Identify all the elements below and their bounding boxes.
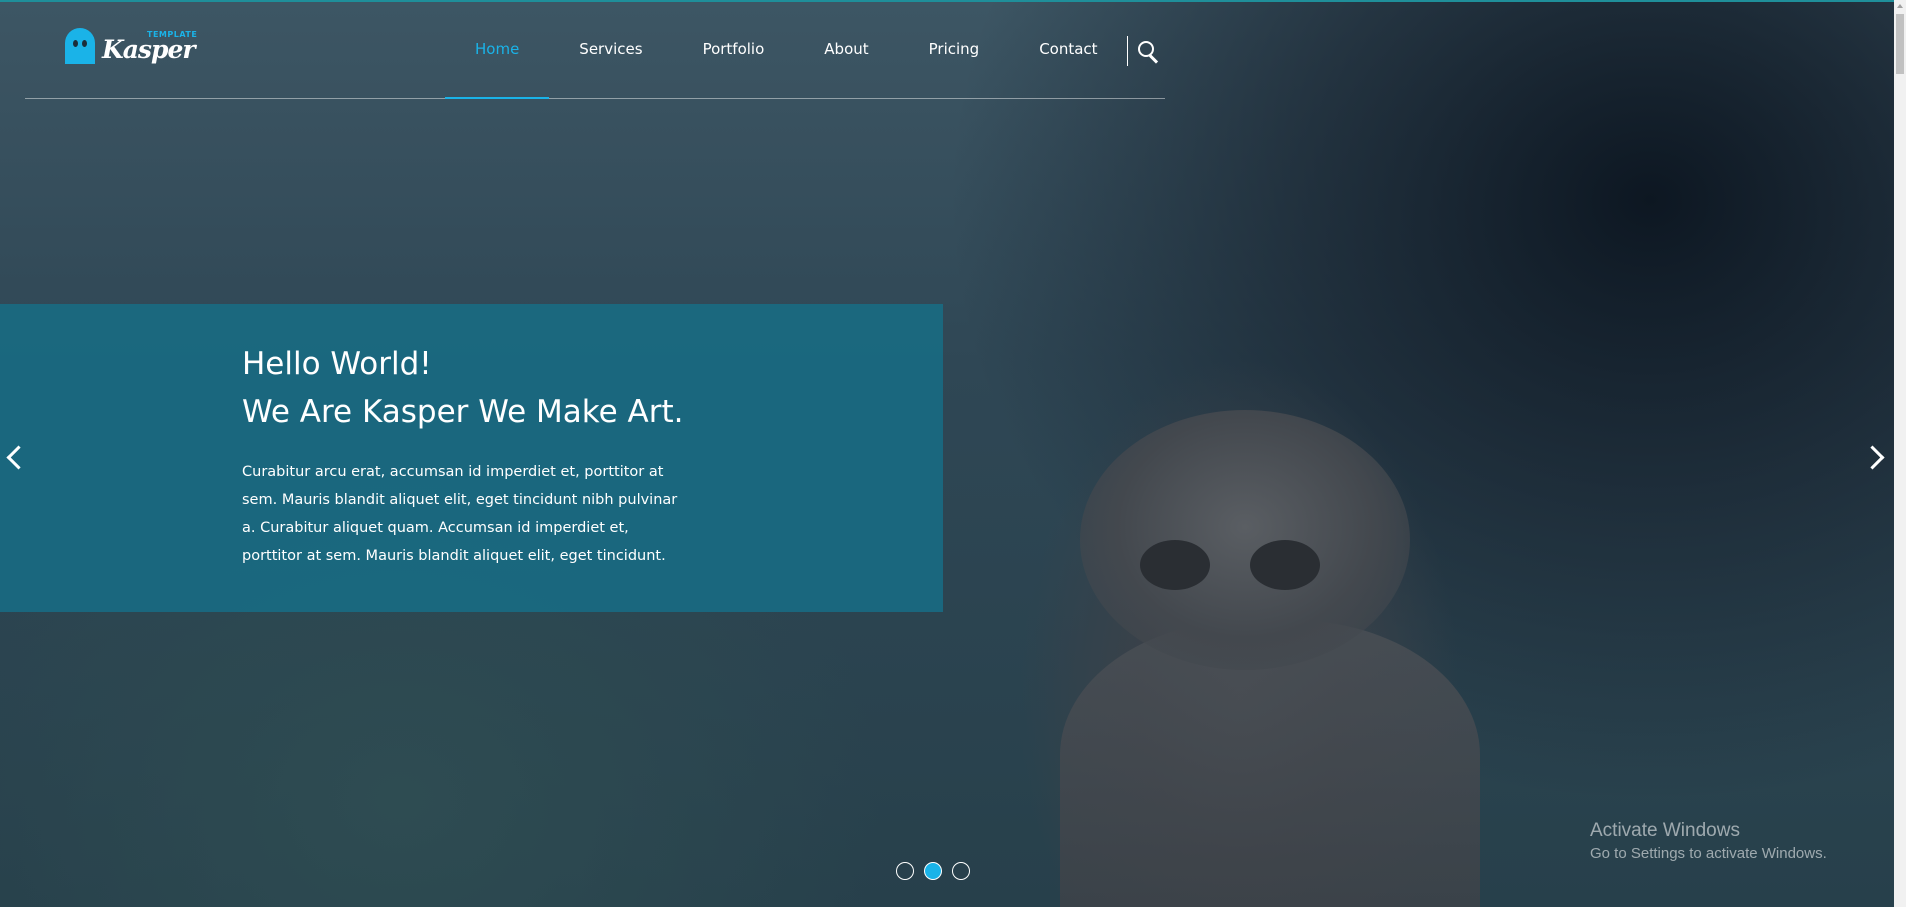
owl-eye-left [1140, 540, 1210, 590]
nav-portfolio[interactable]: Portfolio [673, 0, 795, 98]
slide-heading: Hello World! We Are Kasper We Make Art. [242, 340, 892, 436]
slide-heading-line2: We Are Kasper We Make Art. [242, 394, 684, 430]
nav-home[interactable]: Home [445, 0, 550, 99]
windows-activation-watermark: Activate Windows Go to Settings to activ… [1590, 818, 1827, 864]
slide-body-text: Curabitur arcu erat, accumsan id imperdi… [242, 464, 678, 564]
page-scrollbar[interactable] [1894, 0, 1906, 907]
search-icon[interactable] [1135, 38, 1161, 64]
owl-eye-right [1250, 540, 1320, 590]
chevron-right-icon[interactable] [1864, 445, 1886, 467]
site-header: TEMPLATE Kasper Home Services Portfolio … [25, 0, 1165, 99]
scroll-thumb[interactable] [1896, 14, 1904, 74]
nav-pricing[interactable]: Pricing [899, 0, 1010, 98]
slider-bullets [896, 862, 970, 880]
brand-logo[interactable]: TEMPLATE Kasper [65, 28, 197, 70]
brand-name: Kasper [102, 35, 196, 64]
nav-divider [1127, 36, 1128, 66]
scroll-up-arrow-icon[interactable] [1897, 4, 1903, 8]
nav-about[interactable]: About [794, 0, 898, 98]
nav-contact[interactable]: Contact [1009, 0, 1127, 98]
owl-head-image [1080, 410, 1410, 670]
slider-bullet-2[interactable] [924, 862, 942, 880]
watermark-subtitle: Go to Settings to activate Windows. [1590, 845, 1827, 862]
slider-bullet-1[interactable] [896, 862, 914, 880]
watermark-title: Activate Windows [1590, 820, 1740, 841]
main-nav: Home Services Portfolio About Pricing Co… [445, 0, 1128, 99]
ghost-logo-icon [65, 28, 95, 64]
nav-services[interactable]: Services [549, 0, 672, 98]
hero-background: TEMPLATE Kasper Home Services Portfolio … [0, 0, 1894, 907]
chevron-left-icon[interactable] [4, 445, 26, 467]
slide-heading-line1: Hello World! [242, 346, 432, 382]
slider-bullet-3[interactable] [952, 862, 970, 880]
